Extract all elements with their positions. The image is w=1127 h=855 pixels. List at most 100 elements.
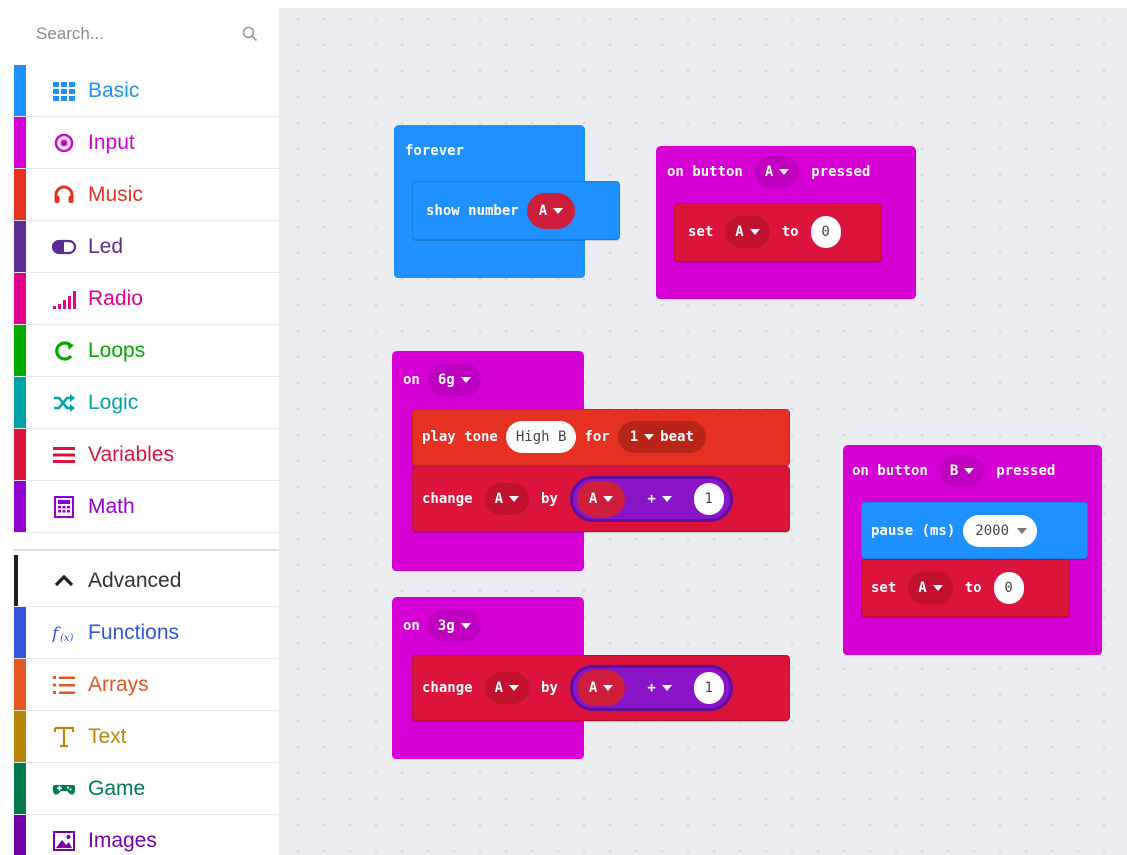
button-dropdown[interactable]: B	[939, 455, 985, 487]
operand-value-input[interactable]: 1	[693, 672, 724, 704]
change-label: change	[422, 491, 473, 507]
image-icon	[53, 831, 75, 851]
category-music[interactable]: Music	[14, 169, 279, 221]
numbered-list-icon	[53, 676, 75, 694]
headphones-icon	[54, 185, 74, 203]
pressed-label: pressed	[811, 164, 871, 180]
category-label: Basic	[88, 79, 140, 102]
change-variable-dropdown[interactable]: A	[484, 483, 530, 515]
category-label: Math	[88, 495, 135, 518]
beat-label: beat	[660, 429, 694, 445]
set-a-block[interactable]: set A to 0	[861, 559, 1070, 617]
on-label: on	[403, 372, 420, 388]
change-variable-dropdown[interactable]: A	[484, 672, 530, 704]
note-input[interactable]: High B	[505, 421, 577, 453]
category-functions[interactable]: f (x) Functions	[14, 607, 279, 659]
search-box[interactable]: Search...	[14, 6, 276, 62]
chevron-down-icon	[644, 434, 655, 440]
variable-name: A	[588, 680, 598, 696]
set-value-input[interactable]: 0	[993, 572, 1024, 604]
on-button-label: on button	[667, 164, 743, 180]
category-label: Variables	[88, 443, 174, 466]
search-icon[interactable]	[242, 26, 258, 42]
grid-icon	[53, 82, 75, 101]
change-a-row: change A by A + 1	[422, 665, 733, 711]
set-variable-dropdown[interactable]: A	[908, 572, 953, 604]
button-dropdown[interactable]: A	[754, 156, 800, 188]
set-label: set	[871, 580, 897, 596]
category-label: Radio	[88, 287, 143, 310]
category-images[interactable]: Images	[14, 815, 279, 855]
chevron-up-icon	[54, 574, 74, 587]
operand-value-input[interactable]: 1	[693, 483, 724, 515]
operand-variable-dropdown[interactable]: A	[576, 670, 626, 706]
change-a-row: change A by A + 1	[422, 476, 733, 522]
on-6g-header: on 6g	[403, 364, 481, 396]
show-number-variable-dropdown[interactable]: A	[526, 193, 576, 229]
workspace-canvas[interactable]: forever show number A on button A presse…	[279, 0, 1127, 855]
category-color-bar	[14, 273, 26, 324]
category-label: Loops	[88, 339, 146, 362]
forever-header: forever	[405, 143, 464, 159]
category-logic[interactable]: Logic	[14, 377, 279, 429]
operator-dropdown[interactable]: +	[633, 483, 685, 515]
chevron-down-icon	[964, 468, 975, 474]
category-loops[interactable]: Loops	[14, 325, 279, 377]
button-name: A	[764, 164, 774, 180]
chevron-down-icon	[661, 496, 672, 502]
variable-name: A	[918, 580, 927, 596]
set-a-row: set A to 0	[871, 572, 1024, 604]
search-input[interactable]: Search...	[36, 24, 104, 44]
chevron-down-icon	[1017, 528, 1028, 534]
pause-value-dropdown[interactable]: 2000	[963, 515, 1038, 547]
show-number-block[interactable]: show number A	[412, 181, 620, 240]
category-led[interactable]: Led	[14, 221, 279, 273]
set-variable-dropdown[interactable]: A	[725, 216, 770, 248]
category-basic[interactable]: Basic	[14, 65, 279, 117]
variable-name: A	[494, 491, 504, 507]
category-arrays[interactable]: Arrays	[14, 659, 279, 711]
chevron-down-icon	[661, 685, 672, 691]
operand-variable-dropdown[interactable]: A	[576, 481, 626, 517]
set-value-input[interactable]: 0	[810, 216, 841, 248]
chevron-down-icon	[460, 377, 471, 383]
show-number-label: show number	[426, 203, 519, 219]
chevron-down-icon	[460, 623, 471, 629]
category-variables[interactable]: Variables	[14, 429, 279, 481]
on-3g-header: on 3g	[403, 610, 481, 642]
chevron-down-icon	[603, 685, 614, 691]
set-a-block[interactable]: set A to 0	[674, 203, 882, 262]
chevron-down-icon	[603, 496, 614, 502]
play-tone-block[interactable]: play tone High B for 1 beat	[412, 409, 790, 466]
category-label: Images	[88, 829, 157, 852]
category-color-bar	[14, 377, 26, 428]
change-a-block[interactable]: change A by A + 1	[412, 466, 790, 532]
category-label: Logic	[88, 391, 139, 414]
gesture-dropdown[interactable]: 3g	[427, 610, 481, 642]
set-label: set	[688, 224, 714, 240]
gesture-dropdown[interactable]: 6g	[427, 364, 481, 396]
beat-count: 1	[629, 429, 639, 445]
radio-target-icon	[54, 133, 74, 153]
category-color-bar	[14, 429, 26, 480]
category-input[interactable]: Input	[14, 117, 279, 169]
operator-dropdown[interactable]: +	[633, 672, 685, 704]
list-lines-icon	[53, 447, 75, 463]
change-a-block[interactable]: change A by A + 1	[412, 655, 790, 721]
on-label: on	[403, 618, 420, 634]
category-game[interactable]: Game	[14, 763, 279, 815]
category-text[interactable]: Text	[14, 711, 279, 763]
by-label: by	[541, 491, 558, 507]
gesture-name: 3g	[437, 618, 455, 634]
math-plus-block[interactable]: A + 1	[569, 665, 733, 711]
beat-dropdown[interactable]: 1 beat	[617, 421, 706, 453]
math-plus-block[interactable]: A + 1	[569, 476, 733, 522]
function-icon: f (x)	[52, 624, 74, 644]
category-math[interactable]: Math	[14, 481, 279, 533]
category-advanced[interactable]: Advanced	[14, 555, 279, 607]
category-radio[interactable]: Radio	[14, 273, 279, 325]
pressed-label: pressed	[996, 463, 1056, 479]
pause-block[interactable]: pause (ms) 2000	[861, 502, 1088, 559]
category-label: Functions	[88, 621, 180, 644]
chevron-down-icon	[779, 169, 790, 175]
